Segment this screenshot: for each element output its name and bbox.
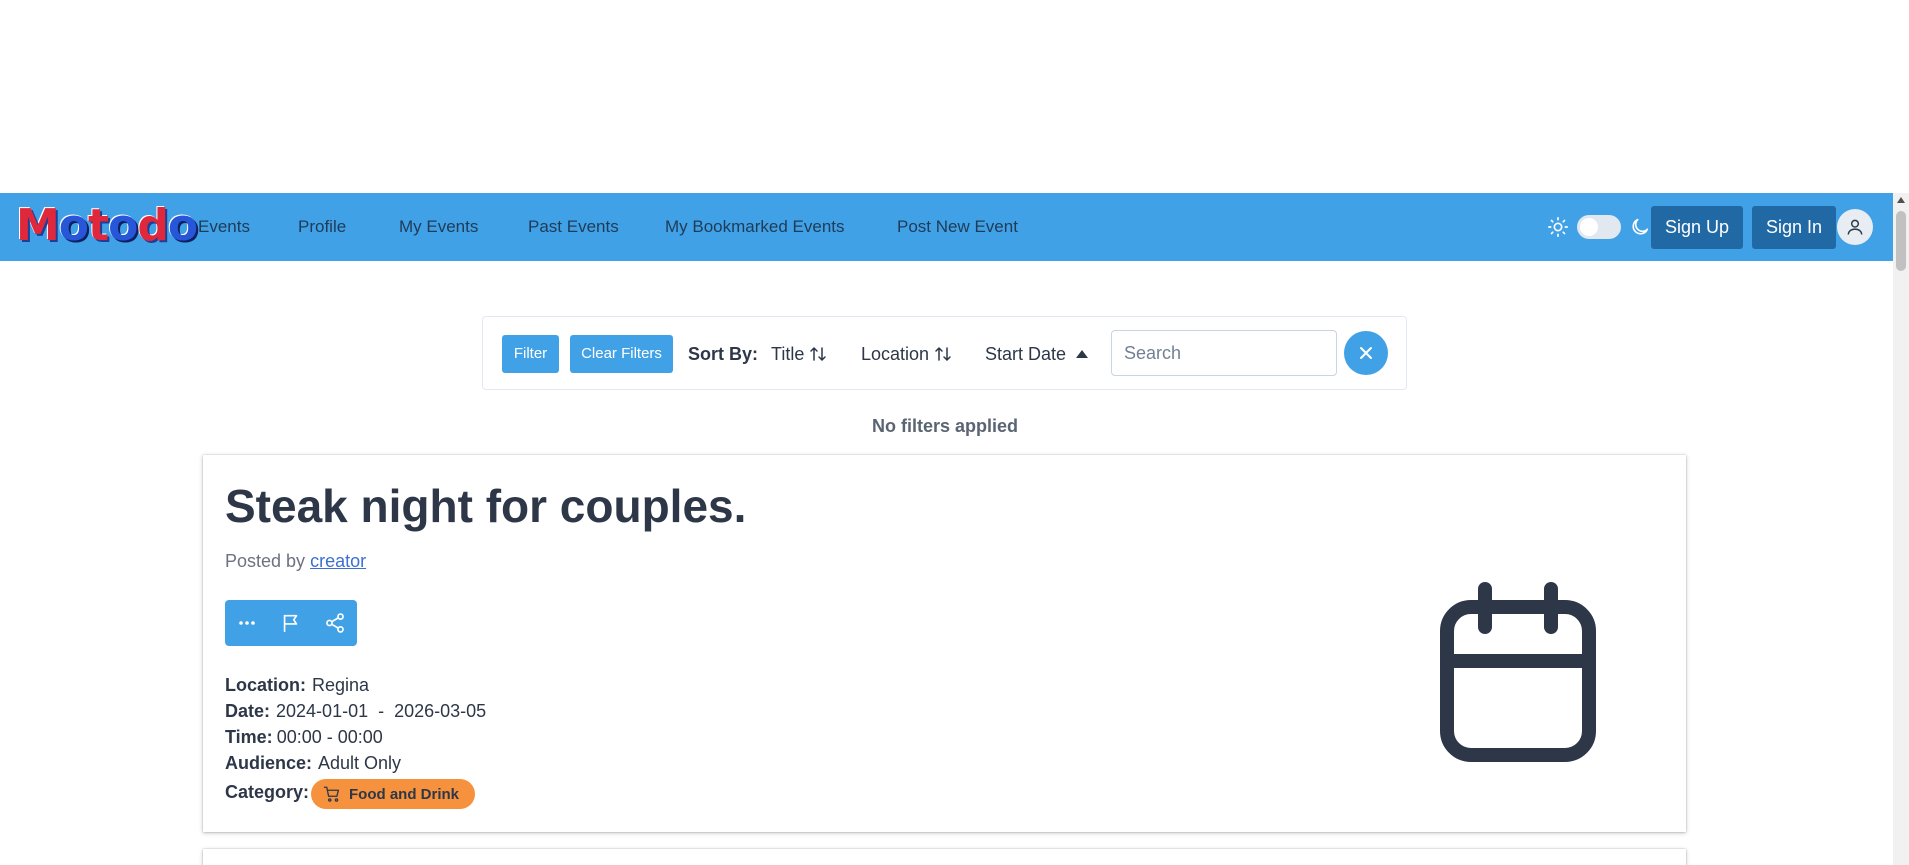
detail-date: Date: 2024-01-01 - 2026-03-05	[225, 701, 486, 722]
nav-link-profile[interactable]: Profile	[298, 193, 346, 261]
nav-link-events[interactable]: Events	[198, 193, 250, 261]
sun-icon	[1548, 217, 1568, 237]
event-title[interactable]: Steak night for couples.	[225, 479, 746, 533]
user-icon	[1847, 219, 1863, 235]
sort-title-label: Title	[771, 344, 805, 364]
share-icon	[326, 613, 344, 633]
detail-audience: Audience: Adult Only	[225, 753, 401, 774]
category-label: Category:	[225, 782, 310, 802]
detail-time: Time: 00:00 - 00:00	[225, 727, 383, 748]
flag-icon	[283, 614, 298, 633]
event-actions	[225, 600, 357, 646]
more-options-button[interactable]	[225, 600, 269, 646]
calendar-icon	[1440, 582, 1596, 762]
sign-up-button[interactable]: Sign Up	[1651, 206, 1744, 249]
time-value: 00:00 - 00:00	[276, 727, 383, 747]
filter-button[interactable]: Filter	[502, 335, 559, 373]
report-button[interactable]	[269, 600, 313, 646]
clear-search-button[interactable]	[1344, 331, 1388, 375]
category-value: Food and Drink	[349, 785, 459, 803]
more-horizontal-icon	[239, 621, 255, 625]
shopping-cart-icon	[323, 786, 340, 802]
sort-title[interactable]: Title	[771, 335, 827, 373]
posted-by-prefix: Posted by	[225, 551, 306, 571]
sort-location-label: Location	[861, 344, 930, 364]
location-value: Regina	[312, 675, 370, 695]
theme-toggle[interactable]	[1577, 215, 1621, 239]
scrollbar[interactable]	[1893, 193, 1909, 865]
sort-both-icon	[810, 346, 827, 362]
detail-location: Location: Regina	[225, 675, 369, 696]
avatar[interactable]	[1837, 209, 1873, 245]
category-badge[interactable]: Food and Drink	[311, 779, 475, 809]
filter-status: No filters applied	[871, 416, 1019, 436]
event-card-next[interactable]	[203, 849, 1686, 865]
nav-link-past-events[interactable]: Past Events	[528, 193, 619, 261]
sort-start-date-label: Start Date	[985, 344, 1067, 364]
nav-link-post-new-event[interactable]: Post New Event	[897, 193, 1018, 261]
time-label: Time:	[225, 727, 273, 747]
sort-by-label: Sort By:	[688, 344, 759, 364]
creator-link[interactable]: creator	[310, 551, 366, 571]
scroll-thumb[interactable]	[1896, 211, 1906, 271]
filter-bar: Filter Clear Filters Sort By: Title Loca…	[482, 316, 1407, 390]
audience-label: Audience:	[225, 753, 313, 773]
sign-in-button[interactable]: Sign In	[1752, 206, 1837, 249]
logo-text: Motodo	[16, 200, 198, 251]
posted-by: Posted by creator	[225, 551, 366, 572]
sort-start-date[interactable]: Start Date	[985, 335, 1090, 373]
date-value: 2024-01-01 - 2026-03-05	[276, 701, 487, 721]
moon-icon	[1632, 218, 1649, 235]
location-label: Location:	[225, 675, 306, 695]
sort-location[interactable]: Location	[861, 335, 952, 373]
blank-area	[0, 0, 1909, 193]
theme-switcher	[1547, 209, 1651, 245]
search-input[interactable]	[1111, 330, 1337, 376]
navbar: Motodo Events Profile My Events Past Eve…	[0, 193, 1893, 261]
close-icon	[1360, 347, 1372, 359]
logo[interactable]: Motodo	[16, 200, 198, 251]
event-card[interactable]: Steak night for couples. Posted by creat…	[203, 455, 1686, 832]
clear-filters-button[interactable]: Clear Filters	[570, 335, 673, 373]
sort-both-icon	[935, 346, 951, 362]
nav-link-my-events[interactable]: My Events	[399, 193, 478, 261]
scroll-up-arrow-icon[interactable]	[1897, 197, 1905, 203]
nav-link-my-bookmarked-events[interactable]: My Bookmarked Events	[665, 193, 845, 261]
share-button[interactable]	[313, 600, 357, 646]
date-label: Date:	[225, 701, 271, 721]
detail-category: Category:	[225, 782, 315, 803]
sort-asc-icon	[1076, 350, 1089, 358]
audience-value: Adult Only	[318, 753, 402, 773]
